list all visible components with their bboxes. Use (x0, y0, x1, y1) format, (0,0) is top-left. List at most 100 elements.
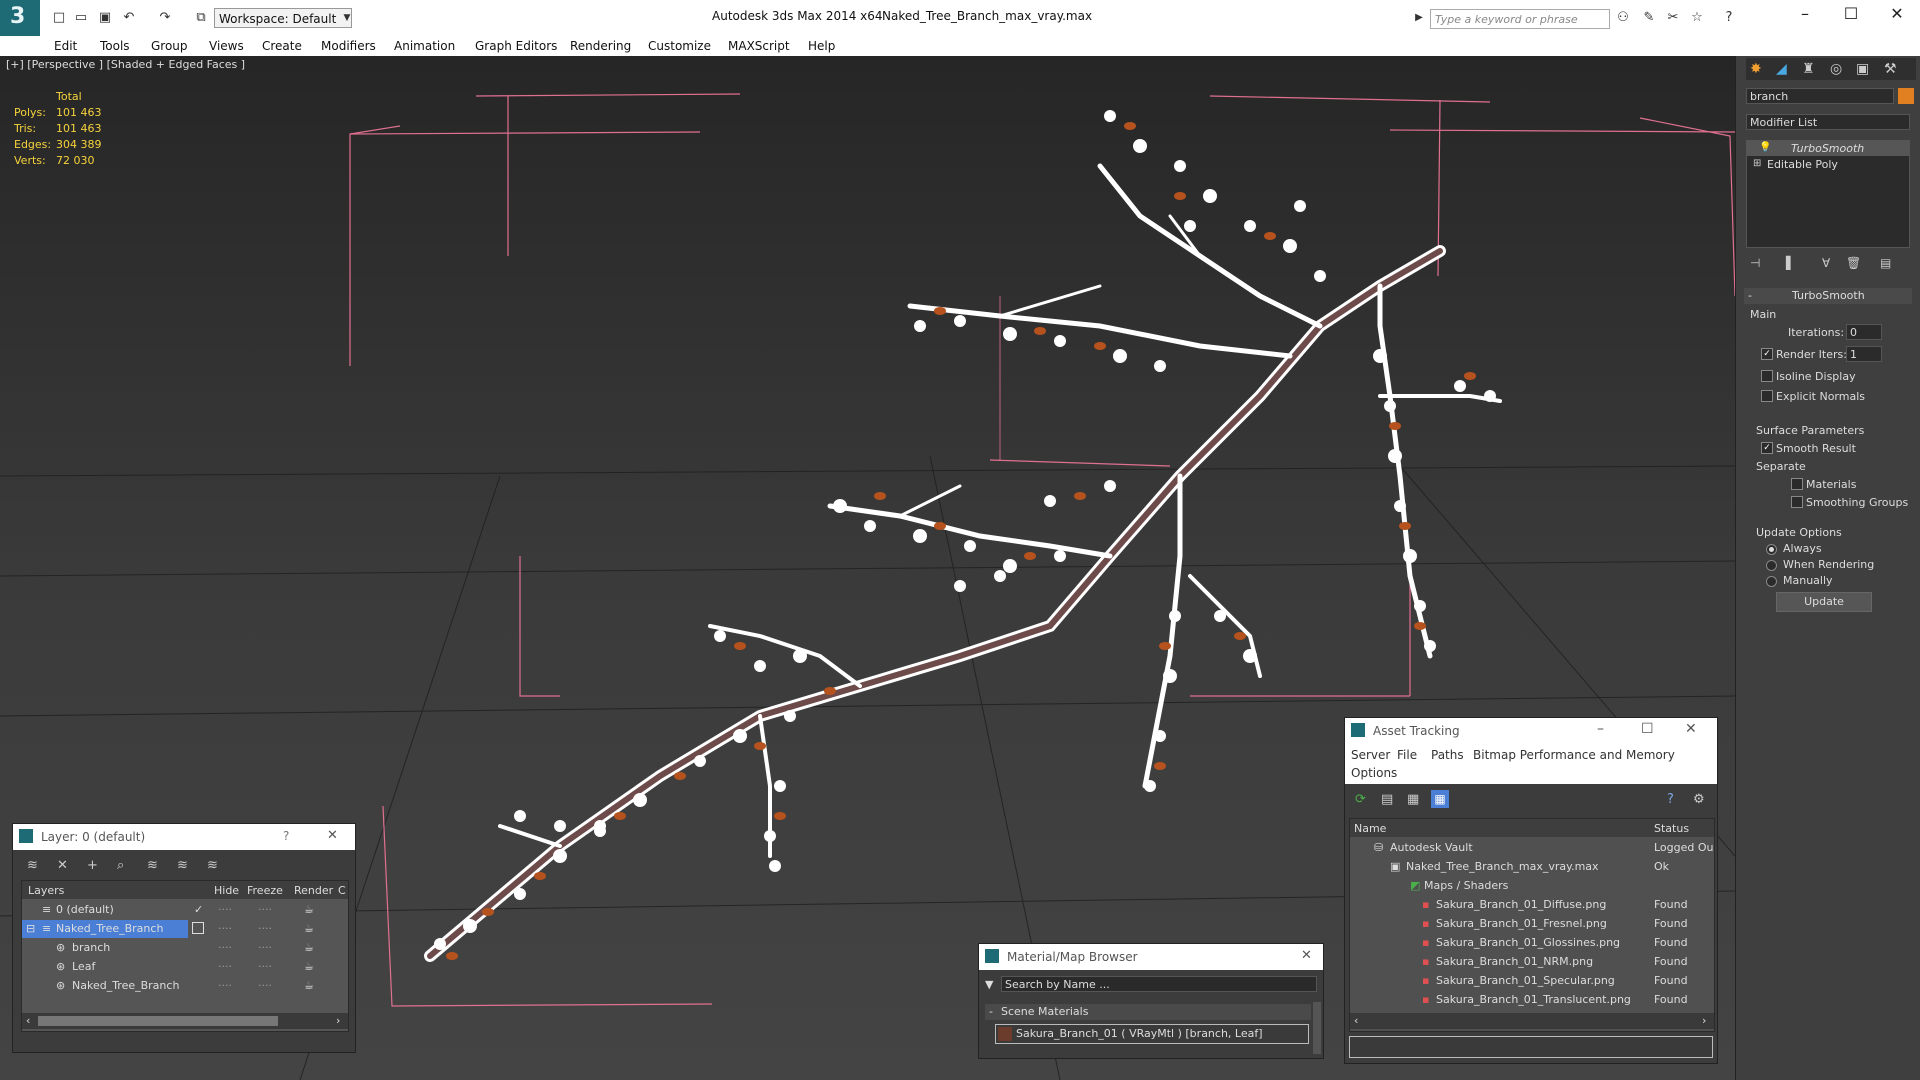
open-file-icon[interactable]: ▭ (72, 9, 90, 27)
help-icon[interactable]: ? (283, 829, 289, 843)
column-name[interactable]: Name (1354, 822, 1386, 835)
maximize-icon[interactable]: ☐ (1641, 721, 1654, 737)
freeze-toggle[interactable]: ···· (258, 922, 272, 935)
project-folder-icon[interactable]: ⧉ (192, 9, 210, 27)
binoculars-icon[interactable]: ⚇ (1614, 9, 1632, 27)
table-row[interactable]: ⊛ branch ···· ···· ☕ (22, 939, 348, 957)
material-search-input[interactable]: Search by Name ... (1001, 976, 1317, 992)
subscription-icon[interactable]: ✎ (1640, 9, 1658, 27)
menu-bitmap-performance[interactable]: Bitmap Performance and Memory (1473, 748, 1675, 762)
manually-radio[interactable] (1766, 576, 1777, 587)
table-row[interactable]: ▪ Sakura_Branch_01_Glossines.png Found (1350, 934, 1714, 952)
column-layers[interactable]: Layers (28, 884, 64, 897)
viewport-label[interactable]: [+] [Perspective ] [Shaded + Edged Faces… (6, 58, 245, 71)
settings-icon[interactable]: ⚙ (1693, 792, 1705, 807)
list-view-icon[interactable]: ▤ (1381, 792, 1393, 807)
menu-rendering[interactable]: Rendering (570, 39, 631, 53)
turbosmooth-rollout-header[interactable]: - TurboSmooth (1744, 288, 1912, 304)
make-unique-icon[interactable]: ∀ (1822, 256, 1830, 270)
column-freeze[interactable]: Freeze (247, 884, 283, 897)
collapse-icon[interactable]: - (989, 1005, 993, 1018)
menu-paths[interactable]: Paths (1431, 748, 1464, 762)
column-render[interactable]: Render (294, 884, 333, 897)
render-iters-spinner[interactable]: 1 (1846, 346, 1882, 362)
materials-checkbox[interactable] (1791, 478, 1803, 490)
explicit-normals-checkbox[interactable] (1761, 390, 1773, 402)
stack-item-turbosmooth[interactable]: 💡 TurboSmooth (1747, 141, 1909, 156)
table-row[interactable]: ▪ Sakura_Branch_01_NRM.png Found (1350, 953, 1714, 971)
workspace-select[interactable]: Workspace: Default (214, 8, 352, 28)
help-icon[interactable]: ? (1720, 9, 1738, 27)
table-view-icon[interactable]: ▦ (1431, 790, 1449, 808)
save-icon[interactable]: ▣ (96, 9, 114, 27)
freeze-all-layers-icon[interactable]: ≋ (207, 858, 218, 873)
freeze-toggle[interactable]: ···· (258, 979, 272, 992)
lightbulb-icon[interactable]: 💡 (1759, 142, 1771, 153)
scroll-right-icon[interactable]: › (336, 1014, 340, 1027)
asset-path-field[interactable] (1349, 1036, 1713, 1058)
horizontal-scrollbar[interactable]: ‹ › (1350, 1013, 1714, 1029)
freeze-toggle[interactable]: ···· (258, 941, 272, 954)
undo-icon[interactable]: ↶ (120, 9, 138, 27)
material-item[interactable]: Sakura_Branch_01 ( VRayMtl ) [branch, Le… (995, 1024, 1309, 1044)
stack-item-editable-poly[interactable]: ⊞ Editable Poly (1747, 157, 1909, 172)
menu-file[interactable]: File (1397, 748, 1417, 762)
active-layer-box[interactable] (192, 922, 204, 934)
update-button[interactable]: Update (1776, 592, 1872, 612)
create-tab-icon[interactable]: ✸ (1750, 61, 1762, 77)
render-teapot-icon[interactable]: ☕ (304, 941, 314, 954)
remove-modifier-icon[interactable]: 🗑 (1846, 256, 1861, 270)
show-end-result-icon[interactable]: ▌ (1786, 256, 1795, 270)
hide-toggle[interactable]: ···· (218, 979, 232, 992)
scrollbar-thumb[interactable] (38, 1016, 278, 1026)
table-row[interactable]: ▪ Sakura_Branch_01_Specular.png Found (1350, 972, 1714, 990)
menu-group[interactable]: Group (151, 39, 188, 53)
table-row[interactable]: ≡ 0 (default) ✓ ···· ···· ☕ (22, 901, 348, 919)
thumbnail-view-icon[interactable]: ▦ (1407, 792, 1419, 807)
material-browser-titlebar[interactable]: Material/Map Browser ✕ (979, 944, 1323, 970)
add-to-layer-icon[interactable]: + (87, 858, 98, 873)
menu-animation[interactable]: Animation (394, 39, 455, 53)
always-radio[interactable] (1766, 544, 1777, 555)
hide-toggle[interactable]: ···· (218, 922, 232, 935)
expand-minus-icon[interactable]: ⊟ (26, 922, 35, 935)
iterations-spinner[interactable]: 0 (1846, 324, 1882, 340)
motion-tab-icon[interactable]: ◎ (1830, 61, 1842, 77)
display-tab-icon[interactable]: ▣ (1856, 61, 1869, 77)
hierarchy-tab-icon[interactable]: ♜ (1802, 61, 1815, 77)
browser-options-icon[interactable]: ▼ (985, 978, 993, 991)
render-teapot-icon[interactable]: ☕ (304, 979, 314, 992)
object-color-swatch[interactable] (1898, 88, 1914, 104)
minimize-icon[interactable]: – (1597, 721, 1604, 737)
menu-server[interactable]: Server (1351, 748, 1390, 762)
column-hide[interactable]: Hide (214, 884, 239, 897)
table-row[interactable]: ⛁ Autodesk Vault Logged Ou (1350, 839, 1714, 857)
column-status[interactable]: Status (1654, 822, 1689, 835)
when-rendering-radio[interactable] (1766, 560, 1777, 571)
horizontal-scrollbar[interactable]: ‹ › (22, 1013, 348, 1029)
active-check-icon[interactable]: ✓ (194, 903, 203, 916)
menu-create[interactable]: Create (262, 39, 302, 53)
table-row[interactable]: ◩ Maps / Shaders (1350, 877, 1714, 895)
search-input[interactable]: Type a keyword or phrase (1430, 9, 1610, 29)
column-c[interactable]: C (338, 884, 346, 897)
menu-graph-editors[interactable]: Graph Editors (475, 39, 557, 53)
highlight-layer-icon[interactable]: ≋ (147, 858, 158, 873)
table-row-selected[interactable]: ⊟ ≡ Naked_Tree_Branch (22, 920, 188, 938)
table-row[interactable]: ▣ Naked_Tree_Branch_max_vray.max Ok (1350, 858, 1714, 876)
expand-search-icon[interactable]: ▶ (1410, 9, 1428, 27)
modify-tab-icon[interactable]: ◢ (1776, 61, 1787, 77)
menu-tools[interactable]: Tools (100, 39, 130, 53)
scroll-left-icon[interactable]: ‹ (26, 1014, 30, 1027)
minimize-icon[interactable]: – (1790, 4, 1820, 23)
pin-stack-icon[interactable]: ⊣ (1750, 256, 1760, 270)
collapse-icon[interactable]: - (1748, 289, 1752, 302)
object-name-field[interactable]: branch (1746, 88, 1894, 104)
redo-icon[interactable]: ↷ (156, 9, 174, 27)
freeze-toggle[interactable]: ···· (258, 960, 272, 973)
vertical-scrollbar[interactable] (1313, 1002, 1321, 1054)
close-icon[interactable]: ✕ (327, 828, 338, 843)
new-file-icon[interactable]: □ (50, 9, 68, 27)
render-teapot-icon[interactable]: ☕ (304, 903, 314, 916)
table-row[interactable]: ▪ Sakura_Branch_01_Translucent.png Found (1350, 991, 1714, 1009)
